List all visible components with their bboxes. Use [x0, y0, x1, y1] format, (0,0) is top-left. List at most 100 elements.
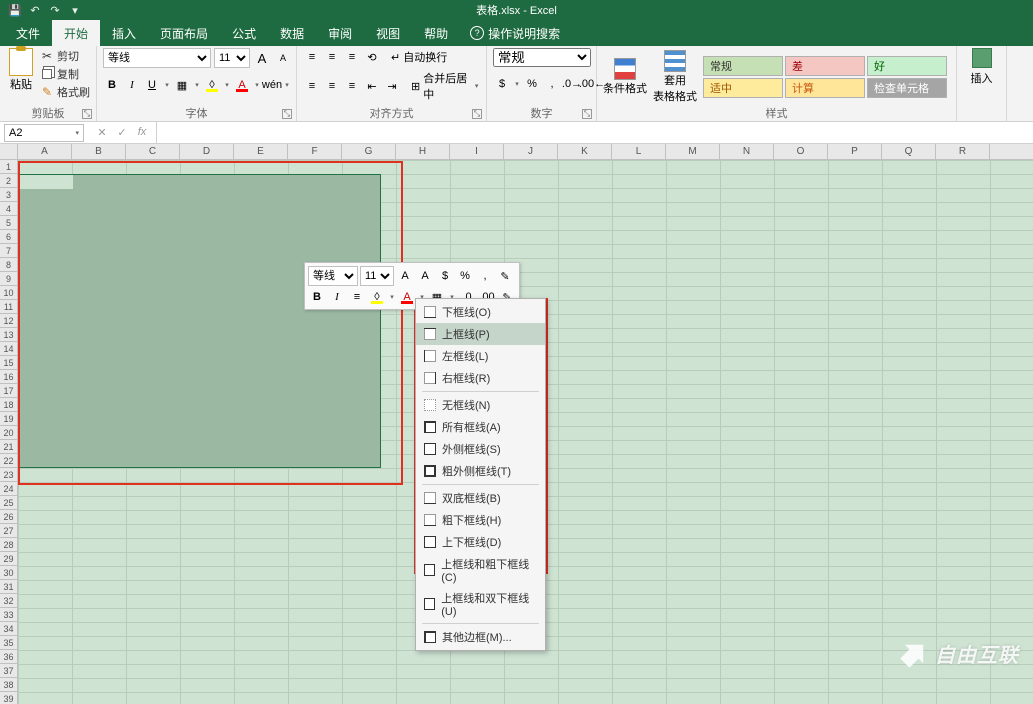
mini-percent[interactable]: % — [456, 267, 474, 285]
column-header-I[interactable]: I — [450, 144, 504, 159]
borders-button[interactable]: ▦ — [173, 76, 191, 94]
clipboard-launcher[interactable]: ⤡ — [82, 109, 92, 119]
row-header-25[interactable]: 25 — [0, 496, 18, 510]
redo-icon[interactable]: ↷ — [48, 3, 62, 17]
row-header-21[interactable]: 21 — [0, 440, 18, 454]
row-header-19[interactable]: 19 — [0, 412, 18, 426]
border-menu-item[interactable]: 粗外侧框线(T) — [416, 460, 545, 482]
comma-button[interactable]: , — [543, 75, 561, 93]
border-menu-item[interactable]: 上框线和双下框线(U) — [416, 587, 545, 621]
font-launcher[interactable]: ⤡ — [282, 109, 292, 119]
column-header-A[interactable]: A — [18, 144, 72, 159]
select-all-corner[interactable] — [0, 144, 18, 159]
mini-fill-color[interactable]: ◊ — [368, 288, 386, 306]
undo-icon[interactable]: ↶ — [28, 3, 42, 17]
shrink-font-button[interactable]: A — [274, 49, 292, 67]
fill-color-dropdown[interactable]: ▾ — [223, 76, 231, 94]
column-header-D[interactable]: D — [180, 144, 234, 159]
mini-italic[interactable]: I — [328, 288, 346, 306]
row-header-23[interactable]: 23 — [0, 468, 18, 482]
tab-formulas[interactable]: 公式 — [220, 20, 268, 46]
border-menu-item[interactable]: 双底框线(B) — [416, 487, 545, 509]
tell-me[interactable]: ? 操作说明搜索 — [470, 20, 560, 46]
column-header-R[interactable]: R — [936, 144, 990, 159]
row-header-32[interactable]: 32 — [0, 594, 18, 608]
cell-style-5[interactable]: 检查单元格 — [867, 78, 947, 98]
align-launcher[interactable]: ⤡ — [472, 109, 482, 119]
orientation-button[interactable]: ⟲ — [363, 48, 381, 66]
row-header-28[interactable]: 28 — [0, 538, 18, 552]
border-menu-item[interactable]: 上框线(P) — [416, 323, 545, 345]
row-header-35[interactable]: 35 — [0, 636, 18, 650]
italic-button[interactable]: I — [123, 76, 141, 94]
cancel-formula-button[interactable]: ✕ — [94, 126, 110, 139]
column-header-P[interactable]: P — [828, 144, 882, 159]
column-header-M[interactable]: M — [666, 144, 720, 159]
mini-font-select[interactable]: 等线 — [308, 266, 358, 286]
align-center-button[interactable]: ≡ — [323, 77, 341, 95]
align-right-button[interactable]: ≡ — [343, 77, 361, 95]
column-header-C[interactable]: C — [126, 144, 180, 159]
font-size-select[interactable]: 11 — [214, 48, 250, 68]
bold-button[interactable]: B — [103, 76, 121, 94]
cell-style-4[interactable]: 计算 — [785, 78, 865, 98]
currency-button[interactable]: $ — [493, 75, 511, 93]
row-header-14[interactable]: 14 — [0, 342, 18, 356]
row-header-37[interactable]: 37 — [0, 664, 18, 678]
align-left-button[interactable]: ≡ — [303, 77, 321, 95]
percent-button[interactable]: % — [523, 75, 541, 93]
row-header-31[interactable]: 31 — [0, 580, 18, 594]
save-icon[interactable]: 💾 — [8, 3, 22, 17]
row-header-26[interactable]: 26 — [0, 510, 18, 524]
row-header-27[interactable]: 27 — [0, 524, 18, 538]
row-header-22[interactable]: 22 — [0, 454, 18, 468]
underline-dropdown[interactable]: ▾ — [163, 76, 171, 94]
indent-dec-button[interactable]: ⇤ — [363, 77, 381, 95]
cut-button[interactable]: ✂剪切 — [40, 48, 90, 64]
row-header-10[interactable]: 10 — [0, 286, 18, 300]
mini-currency[interactable]: $ — [436, 267, 454, 285]
cell-style-0[interactable]: 常规 — [703, 56, 783, 76]
row-header-11[interactable]: 11 — [0, 300, 18, 314]
border-menu-item[interactable]: 粗下框线(H) — [416, 509, 545, 531]
column-header-G[interactable]: G — [342, 144, 396, 159]
row-header-6[interactable]: 6 — [0, 230, 18, 244]
row-header-18[interactable]: 18 — [0, 398, 18, 412]
fill-color-button[interactable]: ◊ — [203, 76, 221, 94]
row-header-3[interactable]: 3 — [0, 188, 18, 202]
row-header-30[interactable]: 30 — [0, 566, 18, 580]
name-box[interactable]: A2▾ — [4, 124, 84, 142]
row-header-17[interactable]: 17 — [0, 384, 18, 398]
column-header-N[interactable]: N — [720, 144, 774, 159]
formula-input[interactable] — [156, 122, 1033, 143]
copy-button[interactable]: 复制 — [40, 66, 90, 82]
column-header-J[interactable]: J — [504, 144, 558, 159]
tab-insert[interactable]: 插入 — [100, 20, 148, 46]
tab-file[interactable]: 文件 — [4, 20, 52, 46]
row-header-34[interactable]: 34 — [0, 622, 18, 636]
phonetic-dropdown[interactable]: ▾ — [283, 76, 291, 94]
column-header-F[interactable]: F — [288, 144, 342, 159]
borders-dropdown[interactable]: ▾ — [193, 76, 201, 94]
border-menu-item[interactable]: 外侧框线(S) — [416, 438, 545, 460]
merge-dropdown[interactable]: ▾ — [473, 77, 480, 95]
tab-home[interactable]: 开始 — [52, 20, 100, 46]
cells-area[interactable]: 等线 11 A A $ % , ✎ B I ≡ ◊▾ A▾ ▦▾ .0 — [18, 160, 1033, 704]
mini-painter[interactable]: ✎ — [496, 267, 514, 285]
format-painter-button[interactable]: ✎格式刷 — [40, 84, 90, 100]
conditional-formatting-button[interactable]: 条件格式 — [603, 58, 647, 96]
row-header-2[interactable]: 2 — [0, 174, 18, 188]
column-header-L[interactable]: L — [612, 144, 666, 159]
border-menu-item[interactable]: 无框线(N) — [416, 394, 545, 416]
enter-formula-button[interactable]: ✓ — [114, 126, 130, 139]
font-color-dropdown[interactable]: ▾ — [253, 76, 261, 94]
mini-size-select[interactable]: 11 — [360, 266, 394, 286]
wrap-text-button[interactable]: ↵自动换行 — [391, 49, 447, 65]
qat-more-icon[interactable]: ▾ — [68, 3, 82, 17]
align-top-button[interactable]: ≡ — [303, 48, 321, 66]
row-header-33[interactable]: 33 — [0, 608, 18, 622]
tab-page-layout[interactable]: 页面布局 — [148, 20, 220, 46]
row-header-7[interactable]: 7 — [0, 244, 18, 258]
column-header-O[interactable]: O — [774, 144, 828, 159]
border-menu-item[interactable]: 下框线(O) — [416, 301, 545, 323]
